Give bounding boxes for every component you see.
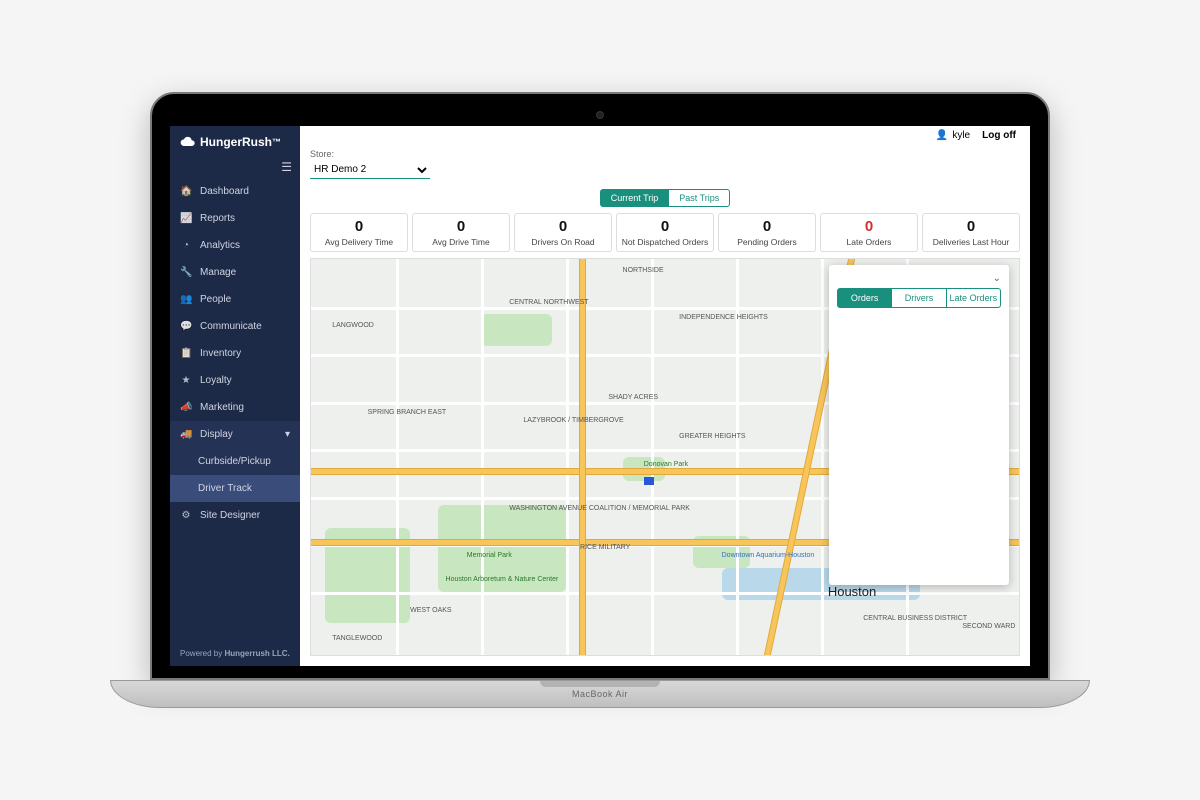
main-area: 👤 kyle Log off Store: HR Demo 2 Current … <box>300 126 1030 666</box>
panel-tab-group: Orders Drivers Late Orders <box>837 288 1001 308</box>
gear-icon: ⚙ <box>180 510 192 521</box>
chart-icon: 📈 <box>180 213 192 224</box>
screen: HungerRush™ ☰ 🏠 Dashboard 📈 Reports ◔ Analy… <box>170 126 1030 666</box>
store-select[interactable]: HR Demo 2 <box>310 161 430 179</box>
sidebar-footer: Powered by Hungerrush LLC. <box>170 641 300 666</box>
sidebar: HungerRush™ ☰ 🏠 Dashboard 📈 Reports ◔ Analy… <box>170 126 300 666</box>
truck-icon: 🚚 <box>180 429 192 440</box>
brand-name: HungerRush <box>200 135 272 149</box>
cloud-icon <box>180 134 196 150</box>
nav-analytics[interactable]: ◔ Analytics <box>170 232 300 259</box>
nav-label: Inventory <box>200 348 241 359</box>
stat-row: 0Avg Delivery Time 0Avg Drive Time 0Driv… <box>310 213 1020 252</box>
nav-label: Marketing <box>200 402 244 413</box>
user-chip[interactable]: 👤 kyle <box>936 130 970 141</box>
pie-icon: ◔ <box>180 240 192 251</box>
user-icon: 👤 <box>936 130 948 141</box>
nav-label: Communicate <box>200 321 262 332</box>
panel-tab-orders[interactable]: Orders <box>837 288 892 308</box>
star-icon: ★ <box>180 375 192 386</box>
content: Store: HR Demo 2 Current Trip Past Trips… <box>300 145 1030 666</box>
tab-current-trip[interactable]: Current Trip <box>600 189 670 207</box>
user-name: kyle <box>952 130 970 141</box>
device-label: MacBook Air <box>572 689 628 699</box>
stat-not-dispatched: 0Not Dispatched Orders <box>616 213 714 252</box>
nav-label: Reports <box>200 213 235 224</box>
nav-label: Manage <box>200 267 236 278</box>
nav-people[interactable]: 👥 People <box>170 286 300 313</box>
topbar: 👤 kyle Log off <box>300 126 1030 145</box>
nav-label: Analytics <box>200 240 240 251</box>
nav-label: Curbside/Pickup <box>198 456 271 467</box>
stat-avg-delivery: 0Avg Delivery Time <box>310 213 408 252</box>
nav-inventory[interactable]: 📋 Inventory <box>170 340 300 367</box>
logoff-link[interactable]: Log off <box>982 130 1016 141</box>
stat-pending: 0Pending Orders <box>718 213 816 252</box>
nav-curbside[interactable]: Curbside/Pickup <box>170 448 300 475</box>
nav-list: 🏠 Dashboard 📈 Reports ◔ Analytics 🔧 Manage 👥… <box>170 178 300 641</box>
stat-drivers-on-road: 0Drivers On Road <box>514 213 612 252</box>
panel-tab-drivers[interactable]: Drivers <box>892 288 946 308</box>
nav-label: Loyalty <box>200 375 232 386</box>
nav-dashboard[interactable]: 🏠 Dashboard <box>170 178 300 205</box>
orders-panel: ⌄ Orders Drivers Late Orders <box>829 265 1009 585</box>
webcam <box>597 112 603 118</box>
nav-label: Driver Track <box>198 483 252 494</box>
nav-driver-track[interactable]: Driver Track <box>170 475 300 502</box>
chat-icon: 💬 <box>180 321 192 332</box>
sidebar-toggle[interactable]: ☰ <box>170 158 300 178</box>
map-container[interactable]: NORTHSIDE CENTRAL NORTHWEST INDEPENDENCE… <box>310 258 1020 656</box>
nav-marketing[interactable]: 📣 Marketing <box>170 394 300 421</box>
nav-label: Dashboard <box>200 186 249 197</box>
laptop-frame: HungerRush™ ☰ 🏠 Dashboard 📈 Reports ◔ Analy… <box>150 92 1050 708</box>
people-icon: 👥 <box>180 294 192 305</box>
nav-label: Site Designer <box>200 510 260 521</box>
chevron-down-icon: ▾ <box>285 429 290 440</box>
brand-logo[interactable]: HungerRush™ <box>170 126 300 158</box>
screen-bezel: HungerRush™ ☰ 🏠 Dashboard 📈 Reports ◔ Analy… <box>150 92 1050 680</box>
trip-tab-group: Current Trip Past Trips <box>310 189 1020 207</box>
megaphone-icon: 📣 <box>180 402 192 413</box>
store-selector: Store: HR Demo 2 <box>310 149 1020 179</box>
nav-reports[interactable]: 📈 Reports <box>170 205 300 232</box>
nav-label: People <box>200 294 231 305</box>
tab-past-trips[interactable]: Past Trips <box>669 189 730 207</box>
nav-label: Display <box>200 429 233 440</box>
map-city-label: Houston <box>828 584 876 599</box>
stat-late-orders: 0Late Orders <box>820 213 918 252</box>
store-label: Store: <box>310 149 1020 159</box>
nav-loyalty[interactable]: ★ Loyalty <box>170 367 300 394</box>
wrench-icon: 🔧 <box>180 267 192 278</box>
stat-deliveries-last-hour: 0Deliveries Last Hour <box>922 213 1020 252</box>
nav-display[interactable]: 🚚 Display ▾ <box>170 421 300 448</box>
panel-collapse[interactable]: ⌄ <box>837 273 1001 284</box>
panel-tab-late[interactable]: Late Orders <box>947 288 1001 308</box>
nav-manage[interactable]: 🔧 Manage <box>170 259 300 286</box>
stat-avg-drive: 0Avg Drive Time <box>412 213 510 252</box>
nav-site-designer[interactable]: ⚙ Site Designer <box>170 502 300 529</box>
laptop-base: MacBook Air <box>110 680 1090 708</box>
clipboard-icon: 📋 <box>180 348 192 359</box>
nav-communicate[interactable]: 💬 Communicate <box>170 313 300 340</box>
home-icon: 🏠 <box>180 186 192 197</box>
store-marker-icon[interactable] <box>644 477 654 485</box>
